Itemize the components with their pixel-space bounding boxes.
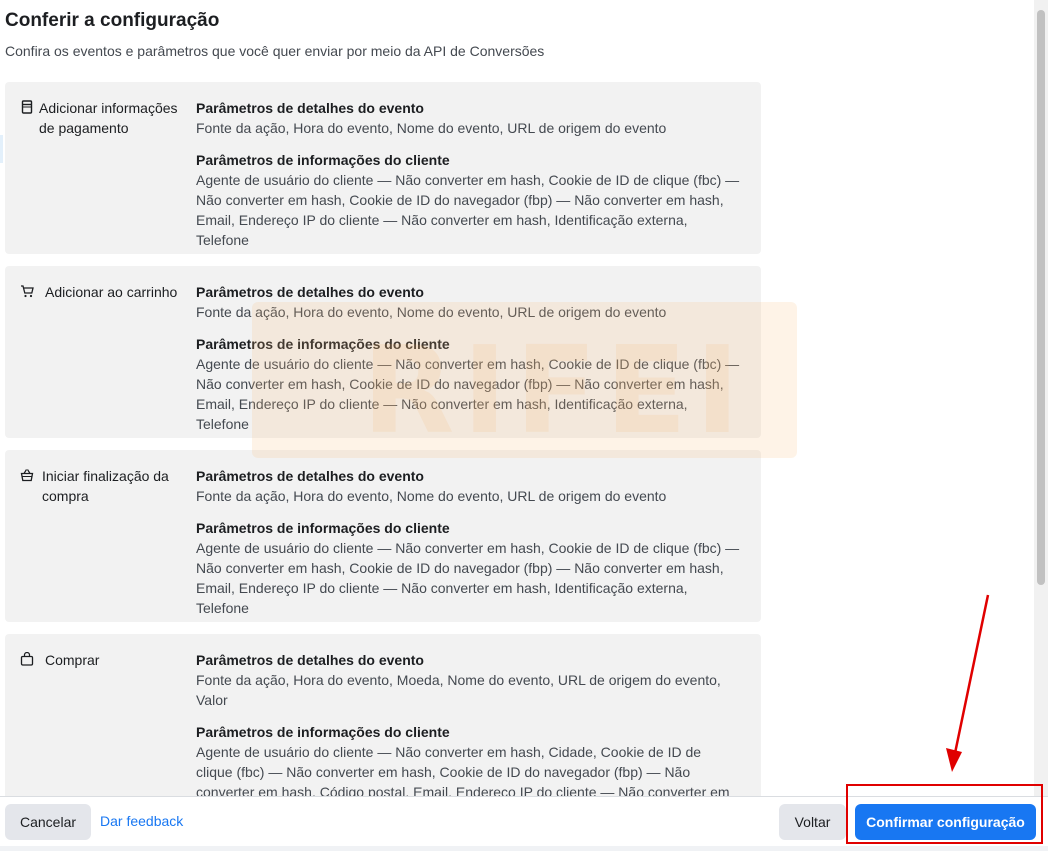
event-params-list: Fonte da ação, Hora do evento, Nome do e… [196,304,667,320]
event-card-add-to-cart: Adicionar ao carrinho Parâmetros de deta… [5,266,761,438]
customer-params-heading: Parâmetros de informações do cliente [196,152,450,168]
event-params-heading: Parâmetros de detalhes do evento [196,100,424,116]
customer-params-list: Agente de usuário do cliente — Não conve… [196,356,740,432]
customer-params-list: Agente de usuário do cliente — Não conve… [196,172,740,248]
event-name: Iniciar finalização da compra [42,468,169,504]
credit-card-icon [20,100,34,114]
left-accent-strip [0,135,3,163]
scrollbar-thumb[interactable] [1037,10,1045,585]
event-name: Comprar [45,652,100,668]
page-subtitle: Confira os eventos e parâmetros que você… [5,43,545,59]
back-button[interactable]: Voltar [779,804,846,840]
event-params-heading: Parâmetros de detalhes do evento [196,652,424,668]
event-params-list: Fonte da ação, Hora do evento, Nome do e… [196,488,667,504]
event-card-purchase: Comprar Parâmetros de detalhes do evento… [5,634,761,796]
dialog-footer: Cancelar Dar feedback Voltar Confirmar c… [0,796,1048,852]
customer-params-heading: Parâmetros de informações do cliente [196,520,450,536]
review-configuration-panel: Conferir a configuração Confira os event… [0,0,1034,796]
event-params: Parâmetros de detalhes do evento Fonte d… [196,282,741,446]
basket-icon [20,468,34,482]
cancel-button[interactable]: Cancelar [5,804,91,840]
confirm-configuration-button[interactable]: Confirmar configuração [855,804,1036,840]
bottom-divider [0,846,1048,851]
event-params: Parâmetros de detalhes do evento Fonte d… [196,98,741,262]
shopping-bag-icon [20,652,34,666]
event-params: Parâmetros de detalhes do evento Fonte d… [196,466,741,630]
customer-params-heading: Parâmetros de informações do cliente [196,724,450,740]
event-name: Adicionar ao carrinho [45,284,178,300]
cart-icon [20,284,34,298]
customer-params-list: Agente de usuário do cliente — Não conve… [196,540,740,616]
event-card-add-payment-info: Adicionar informações de pagamento Parâm… [5,82,761,254]
vertical-scrollbar[interactable] [1034,0,1048,796]
customer-params-heading: Parâmetros de informações do cliente [196,336,450,352]
event-params-list: Fonte da ação, Hora do evento, Nome do e… [196,120,667,136]
event-name: Adicionar informações de pagamento [39,100,178,136]
event-params-heading: Parâmetros de detalhes do evento [196,284,424,300]
customer-params-list: Agente de usuário do cliente — Não conve… [196,744,730,796]
page-title: Conferir a configuração [5,10,220,31]
event-params-heading: Parâmetros de detalhes do evento [196,468,424,484]
feedback-link[interactable]: Dar feedback [100,813,183,829]
event-card-initiate-checkout: Iniciar finalização da compra Parâmetros… [5,450,761,622]
event-params-list: Fonte da ação, Hora do evento, Moeda, No… [196,672,721,708]
event-params: Parâmetros de detalhes do evento Fonte d… [196,650,741,796]
